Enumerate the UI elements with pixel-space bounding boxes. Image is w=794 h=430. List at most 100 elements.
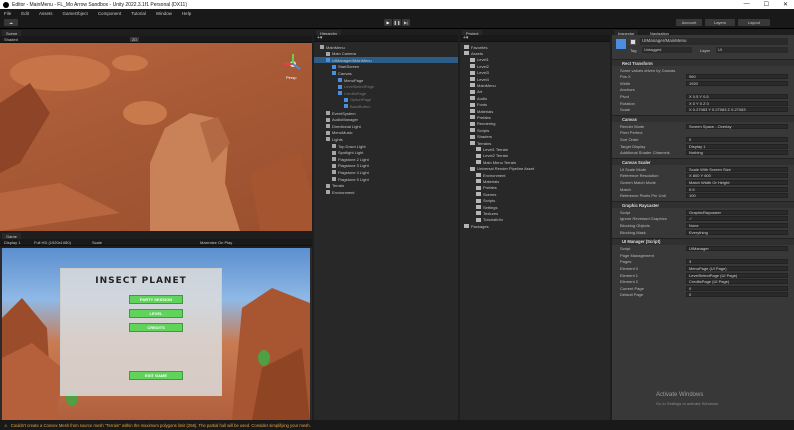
display-dropdown[interactable]: Display 1: [4, 240, 20, 245]
project-item[interactable]: Textures: [460, 210, 610, 216]
project-item[interactable]: Level1 Terrain: [460, 146, 610, 152]
game-viewport[interactable]: INSECT PLANET PARTY SESSION LEVEL CREDIT…: [0, 248, 312, 420]
maximize-on-play-toggle[interactable]: Maximize On Play: [200, 240, 232, 245]
hierarchy-item[interactable]: Directional Light: [314, 123, 458, 129]
menu-gameobject[interactable]: GameObject: [63, 11, 88, 16]
resolution-dropdown[interactable]: Full HD (1920x1080): [34, 240, 71, 245]
property-value[interactable]: CreditsPage (UI Page): [686, 279, 788, 285]
add-icon[interactable]: +▾: [317, 35, 322, 41]
close-button[interactable]: ✕: [783, 1, 788, 8]
hierarchy-item[interactable]: Environment: [314, 189, 458, 195]
project-item[interactable]: Level2: [460, 63, 610, 69]
tag-dropdown[interactable]: Untagged: [642, 47, 692, 53]
hierarchy-item[interactable]: StartScreen: [314, 64, 458, 70]
hierarchy-search[interactable]: +▾: [314, 35, 458, 42]
hierarchy-item[interactable]: Lights: [314, 136, 458, 142]
property-value[interactable]: 1920: [686, 80, 788, 86]
project-item[interactable]: Fonts: [460, 102, 610, 108]
project-item[interactable]: Level3: [460, 70, 610, 76]
account-dropdown[interactable]: Account: [676, 19, 702, 26]
property-value[interactable]: X 0.5 Y 0.5: [686, 93, 788, 99]
hierarchy-item[interactable]: AudioManager: [314, 117, 458, 123]
component-header[interactable]: UI Manager (Script): [612, 237, 794, 245]
hierarchy-item[interactable]: Flagstone 5 Light: [314, 176, 458, 182]
project-item[interactable]: Scripts: [460, 198, 610, 204]
project-item[interactable]: MainMenu: [460, 82, 610, 88]
hierarchy-item[interactable]: Flagstone 4 Light: [314, 169, 458, 175]
hierarchy-item[interactable]: Terrain: [314, 183, 458, 189]
property-value[interactable]: Everything: [686, 229, 788, 235]
project-item[interactable]: Assets: [460, 50, 610, 56]
menu-edit[interactable]: Edit: [21, 11, 29, 16]
exit-game-button[interactable]: EXIT GAME: [129, 371, 183, 380]
project-item[interactable]: Packages: [460, 223, 610, 229]
project-item[interactable]: Art: [460, 89, 610, 95]
project-item[interactable]: Shaders: [460, 134, 610, 140]
layer-dropdown[interactable]: UI: [716, 47, 788, 53]
hierarchy-item[interactable]: MenuPage: [314, 77, 458, 83]
project-item[interactable]: Audio: [460, 95, 610, 101]
component-header[interactable]: Canvas: [612, 115, 794, 123]
property-value[interactable]: Display 1: [686, 143, 788, 149]
project-item[interactable]: Settings: [460, 204, 610, 210]
hierarchy-item[interactable]: CreditsPage: [314, 90, 458, 96]
project-item[interactable]: Universal Render Pipeline Asset: [460, 166, 610, 172]
layers-dropdown[interactable]: Layers: [705, 19, 735, 26]
property-value[interactable]: 0.5: [686, 186, 788, 192]
play-button[interactable]: ▶: [384, 19, 392, 26]
project-item[interactable]: TutorialInfo: [460, 217, 610, 223]
project-item[interactable]: Favorites: [460, 44, 610, 50]
property-value[interactable]: 0: [686, 292, 788, 298]
project-item[interactable]: Level1: [460, 57, 610, 63]
property-value[interactable]: X 0.27083 Y 0.27083 Z 0.27083: [686, 107, 788, 113]
menu-window[interactable]: Window: [156, 11, 172, 16]
menu-file[interactable]: File: [4, 11, 11, 16]
property-value[interactable]: LevelSelectPage (UI Page): [686, 272, 788, 278]
hierarchy-item[interactable]: EventSystem: [314, 110, 458, 116]
component-header[interactable]: Canvas Scaler: [612, 158, 794, 166]
menu-tutorial[interactable]: Tutorial: [131, 11, 146, 16]
property-value[interactable]: 960: [686, 74, 788, 80]
property-value[interactable]: MenuPage (UI Page): [686, 265, 788, 271]
property-value[interactable]: Scale With Screen Size: [686, 166, 788, 172]
project-item[interactable]: Materials: [460, 178, 610, 184]
party-session-button[interactable]: PARTY SESSION: [129, 295, 183, 304]
maximize-button[interactable]: ☐: [764, 1, 769, 8]
2d-toggle[interactable]: 2D: [130, 37, 140, 42]
property-value[interactable]: 100: [686, 193, 788, 199]
project-item[interactable]: Scenes: [460, 191, 610, 197]
hierarchy-item[interactable]: Spotlight Light: [314, 150, 458, 156]
credits-button[interactable]: CREDITS: [129, 323, 183, 332]
project-item[interactable]: Prefabs: [460, 185, 610, 191]
project-item[interactable]: Scripts: [460, 127, 610, 133]
account-button[interactable]: ☁: [4, 19, 18, 26]
property-value[interactable]: GraphicRaycaster: [686, 209, 788, 215]
hierarchy-item[interactable]: MainMenu: [314, 44, 458, 50]
project-item[interactable]: Level4: [460, 76, 610, 82]
project-item[interactable]: Environment: [460, 172, 610, 178]
menu-help[interactable]: Help: [182, 11, 191, 16]
menu-component[interactable]: Component: [98, 11, 121, 16]
hierarchy-item[interactable]: OptionPage: [314, 97, 458, 103]
project-search[interactable]: +▾: [460, 35, 610, 42]
project-item[interactable]: Prefabs: [460, 114, 610, 120]
hierarchy-item[interactable]: Canvas: [314, 70, 458, 76]
property-value[interactable]: None: [686, 222, 788, 228]
property-value[interactable]: Nothing: [686, 150, 788, 156]
scene-viewport[interactable]: Persp: [0, 43, 312, 231]
hierarchy-item[interactable]: Flagstone 3 Light: [314, 163, 458, 169]
property-value[interactable]: X 0 Y 0 Z 0: [686, 100, 788, 106]
property-value[interactable]: Match Width Or Height: [686, 179, 788, 185]
minimize-button[interactable]: —: [744, 1, 750, 8]
property-value[interactable]: 0: [686, 285, 788, 291]
project-item[interactable]: Rendering: [460, 121, 610, 127]
object-name-field[interactable]: UIManager/MainMenu: [640, 38, 788, 45]
property-value[interactable]: 3: [686, 259, 788, 265]
project-item[interactable]: Terrains: [460, 140, 610, 146]
project-item[interactable]: Materials: [460, 108, 610, 114]
shading-mode-dropdown[interactable]: Shaded: [4, 37, 18, 42]
hierarchy-item[interactable]: Top Down Light: [314, 143, 458, 149]
pause-button[interactable]: ❚❚: [393, 19, 401, 26]
hierarchy-item[interactable]: UIManager/MainMenu: [314, 57, 458, 64]
property-value[interactable]: UIManager: [686, 246, 788, 252]
